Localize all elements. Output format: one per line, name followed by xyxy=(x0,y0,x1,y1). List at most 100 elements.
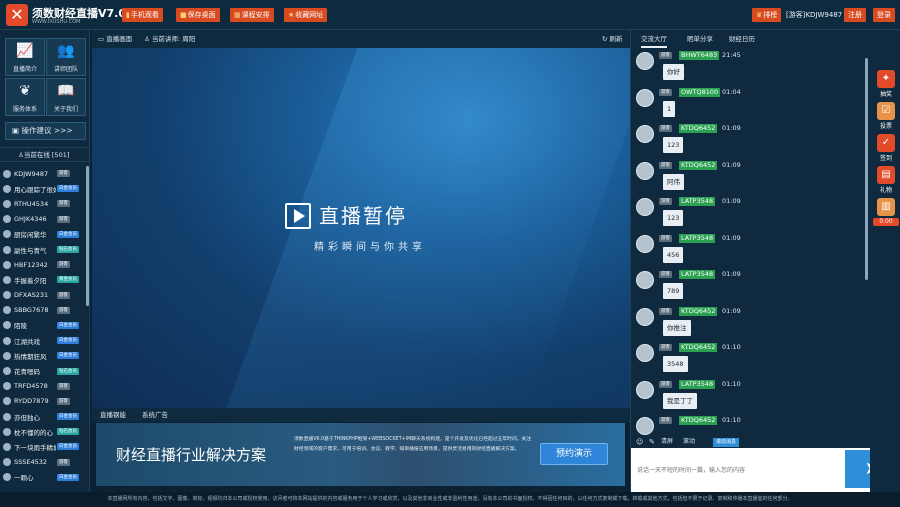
emoji-icon[interactable]: ☺ xyxy=(636,435,643,449)
user-avatar[interactable] xyxy=(636,307,654,326)
online-user-row[interactable]: 下一块雨手精城 白金会员 xyxy=(0,439,86,454)
online-user-row[interactable]: 花青嗯码 钻石会员 xyxy=(0,363,86,378)
online-user-row[interactable]: 江湖共戏 白金会员 xyxy=(0,333,86,348)
user-avatar-icon xyxy=(3,169,11,178)
tab-system-ads[interactable]: 系统广告 xyxy=(142,408,168,422)
user-avatar[interactable] xyxy=(636,198,654,216)
chat-scrollbar[interactable] xyxy=(865,58,868,280)
vote-icon: ☑ xyxy=(877,102,895,120)
tab-order-share[interactable]: 晒单分享 xyxy=(687,30,713,48)
mobile-watch-button[interactable]: ▮手机观看 xyxy=(122,8,163,22)
user-avatar[interactable] xyxy=(636,125,654,143)
login-button[interactable]: 登录 xyxy=(873,8,895,22)
nav-live-intro[interactable]: 📈 直播简介 xyxy=(5,38,45,76)
online-user-row[interactable]: 热情期狂风 白金会员 xyxy=(0,348,86,363)
crown-icon: ♛ xyxy=(756,11,763,19)
tab-finance-calendar[interactable]: 财经日历 xyxy=(729,30,755,48)
register-button[interactable]: 注册 xyxy=(844,8,866,22)
online-user-row[interactable]: RTHU4534 游客 xyxy=(0,196,86,211)
user-avatar-icon xyxy=(3,458,11,467)
user-avatar-icon xyxy=(3,199,11,208)
online-user-row[interactable]: GHJK4346 游客 xyxy=(0,212,86,227)
operation-suggest-button[interactable]: ▣ 操作建议 >>> xyxy=(5,122,86,140)
wallet-balance: 0.00 xyxy=(873,218,899,226)
tab-chat-hall[interactable]: 交流大厅 xyxy=(641,30,667,48)
course-schedule-button[interactable]: ▦课程安排 xyxy=(230,8,274,22)
nav-service-system[interactable]: ❦ 服务体系 xyxy=(5,78,45,116)
refresh-button[interactable]: ↻ 刷新 xyxy=(602,30,623,48)
message-sender: KTDQ6452 xyxy=(679,124,718,133)
save-desktop-button[interactable]: ■保存桌面 xyxy=(176,8,220,22)
online-user-row[interactable]: SSSE4532 游客 xyxy=(0,455,86,470)
user-level-badge: 游客 xyxy=(57,291,70,299)
user-list-scrollbar[interactable] xyxy=(86,166,89,306)
user-avatar[interactable] xyxy=(636,88,654,107)
online-user-row[interactable]: 手握着夕阳 黄金会员 xyxy=(0,272,86,287)
user-avatar[interactable] xyxy=(636,380,654,399)
message-text: 3548 xyxy=(663,356,688,372)
online-user-row[interactable]: 陌陵 白金会员 xyxy=(0,318,86,333)
user-avatar[interactable] xyxy=(636,417,654,435)
tab-live-functions[interactable]: 直播钢能 xyxy=(100,408,126,422)
scroll-messages-badge[interactable]: 滚动消息 xyxy=(713,438,740,447)
calendar-icon: ▦ xyxy=(234,11,241,19)
user-avatar[interactable] xyxy=(636,234,654,253)
rail-item[interactable]: ✦ 抽奖 xyxy=(876,70,896,98)
chat-toolbar: ☺ ✎ 清屏 滚动 滚动消息 xyxy=(631,435,871,449)
book-demo-button[interactable]: 预约演示 xyxy=(540,443,608,465)
message-time: 01:10 xyxy=(722,416,741,424)
chat-message: 游客 LATP3548 01:09 456 xyxy=(636,233,861,269)
bookmark-button[interactable]: ★收藏网址 xyxy=(284,8,328,22)
online-user-row[interactable]: 用心跟踪了很好 白金会员 xyxy=(0,181,86,196)
rank-button[interactable]: ♛排榜 xyxy=(752,8,782,22)
user-avatar[interactable] xyxy=(636,344,654,362)
user-level-badge: 白金会员 xyxy=(57,321,79,329)
nav-lecturer-team[interactable]: 👥 讲师团队 xyxy=(46,38,86,76)
rail-item[interactable]: ☑ 投票 xyxy=(876,102,896,130)
online-user-row[interactable]: HBF12342 游客 xyxy=(0,257,86,272)
paused-overlay: 直播暂停 精彩瞬间与你共享 xyxy=(285,200,455,256)
user-name: 手握着夕阳 xyxy=(14,276,47,285)
online-user-row[interactable]: TRFD4578 游客 xyxy=(0,379,86,394)
nav-about-us[interactable]: 📖 关于我们 xyxy=(46,78,86,116)
chat-input[interactable] xyxy=(633,452,843,488)
message-time: 01:09 xyxy=(722,270,741,278)
top-bar: ✕ 须数财经直播V7.0 WWW.IXUSHU.COM ▮手机观看 ■保存桌面 … xyxy=(0,0,900,30)
online-user-row[interactable]: SBBG7678 游客 xyxy=(0,303,86,318)
rail-item[interactable]: ✓ 签到 xyxy=(876,134,896,162)
user-name: KDJW9487 xyxy=(14,169,49,178)
online-user-row[interactable]: KDJW9487 游客 xyxy=(0,166,86,181)
rail-item[interactable]: ▤ 礼物 xyxy=(876,166,896,194)
clear-screen-button[interactable]: 清屏 xyxy=(661,435,673,449)
rail-item[interactable]: ▥ 0.00 xyxy=(873,198,899,226)
user-avatar[interactable] xyxy=(636,52,654,70)
guest-tag: 游客 xyxy=(659,307,672,315)
video-player[interactable]: 直播暂停 精彩瞬间与你共享 xyxy=(92,48,630,408)
chart-icon: 📈 xyxy=(16,43,34,59)
online-user-row[interactable]: RYDD7879 游客 xyxy=(0,394,86,409)
online-user-row[interactable]: DFXAS231 游客 xyxy=(0,288,86,303)
user-level-badge: 白金会员 xyxy=(57,413,79,421)
ad-banner[interactable]: 财经直播行业解决方案 须数直播V6.0基于THINKPHP框架+WEBSOCKE… xyxy=(96,423,625,486)
message-sender: LATP3548 xyxy=(679,197,716,206)
message-text: 123 xyxy=(663,210,684,226)
scroll-toggle[interactable]: 滚动 xyxy=(683,435,695,449)
online-user-row[interactable]: 副性与青气 钻石会员 xyxy=(0,242,86,257)
online-user-row[interactable]: 一颗心 白金会员 xyxy=(0,470,86,485)
message-text: 789 xyxy=(663,283,684,299)
footer-notice: 本直播网所有内容，包括文字、图像、商标、视频均归本公司或授权使用，访问者可将本网… xyxy=(0,492,900,507)
live-tab[interactable]: ▭ 直播画面 xyxy=(98,30,132,48)
online-user-row[interactable]: 亦但独心 白金会员 xyxy=(0,409,86,424)
edit-icon[interactable]: ✎ xyxy=(649,435,655,449)
user-avatar-icon xyxy=(3,412,11,421)
video-header: ▭ 直播画面 ♙ 当前讲师: 周阳 ↻ 刷新 xyxy=(92,30,630,48)
guest-tag: 游客 xyxy=(659,234,672,242)
user-avatar-icon xyxy=(3,260,11,269)
lecturer-name: 周阳 xyxy=(182,35,196,43)
online-user-row[interactable]: 厨房闲繁华 白金会员 xyxy=(0,227,86,242)
user-avatar[interactable] xyxy=(636,271,654,289)
user-avatar[interactable] xyxy=(636,161,654,180)
user-icon: ♙ xyxy=(144,35,152,43)
online-user-row[interactable]: 枕不懂的的心 钻石会员 xyxy=(0,424,86,439)
user-name: HBF12342 xyxy=(14,260,48,269)
